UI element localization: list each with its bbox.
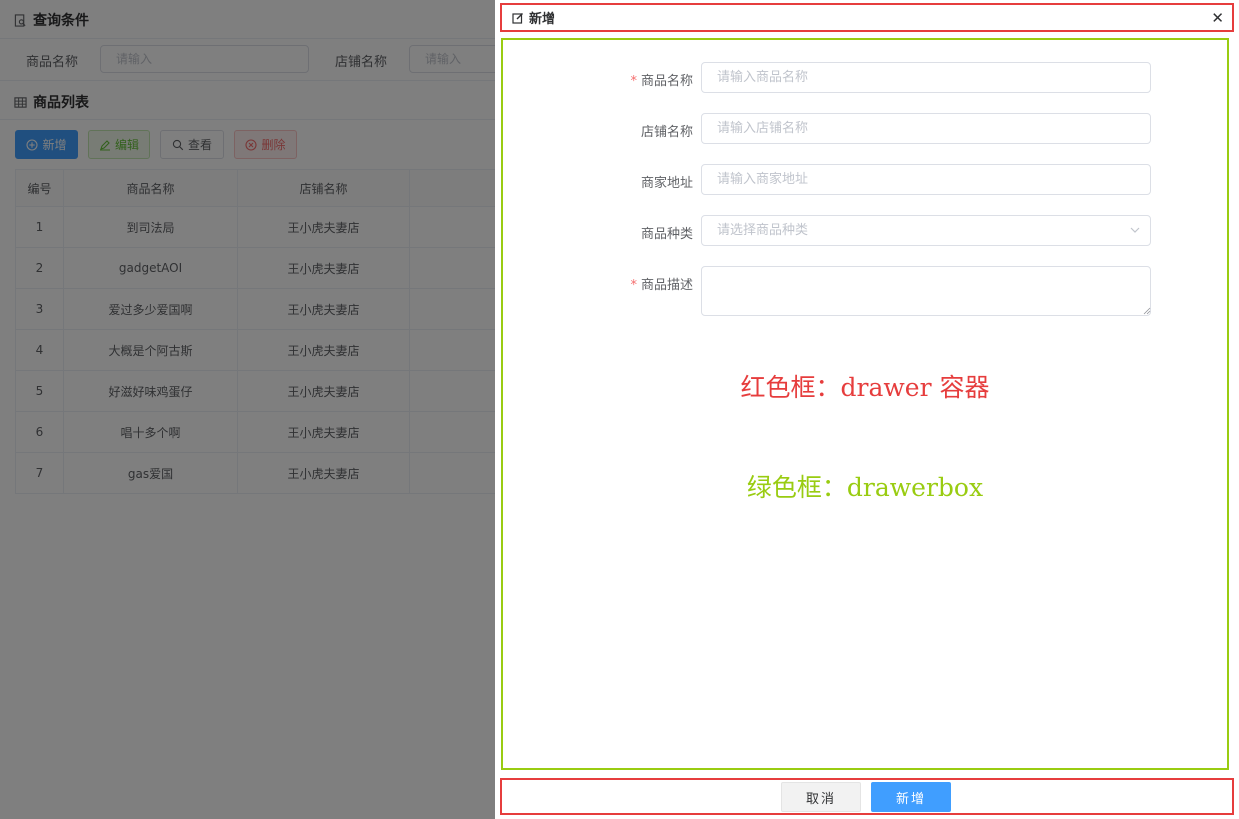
submit-button[interactable]: 新增 <box>871 782 951 812</box>
product-category-placeholder: 请选择商品种类 <box>717 223 809 238</box>
shop-name-input[interactable]: 请输入店铺名称 <box>701 113 1151 144</box>
product-desc-label: * 商品描述 <box>630 278 693 293</box>
required-mark: * <box>630 278 637 293</box>
close-icon[interactable]: ✕ <box>1211 8 1224 28</box>
cancel-button[interactable]: 取消 <box>781 782 861 812</box>
drawer-header: 新增 ✕ <box>500 3 1234 32</box>
drawer-footer: 取消 新增 <box>500 778 1234 815</box>
chevron-down-icon <box>1130 227 1140 233</box>
drawer-title-text: 新增 <box>529 12 556 27</box>
product-category-label: 商品种类 <box>640 227 693 242</box>
drawer: 新增 ✕ * 商品名称 请输入商品名称 店铺名称 请输入店铺名称 商家地址 请输入… <box>495 0 1239 819</box>
required-mark: * <box>630 74 637 89</box>
shop-name-label: 店铺名称 <box>640 125 693 140</box>
drawer-box: * 商品名称 请输入商品名称 店铺名称 请输入店铺名称 商家地址 请输入商家地址 … <box>501 38 1229 770</box>
annotation-green-note: 绿色框：drawerbox <box>746 473 984 502</box>
edit-icon <box>512 12 523 24</box>
product-name-input[interactable]: 请输入商品名称 <box>701 62 1151 93</box>
product-category-select[interactable]: 请选择商品种类 <box>701 215 1151 246</box>
product-name-label: * 商品名称 <box>630 74 693 89</box>
resize-grip-icon[interactable] <box>1143 307 1151 315</box>
merchant-address-label: 商家地址 <box>640 176 693 191</box>
annotation-red-note: 红色框：drawer 容器 <box>740 373 990 402</box>
product-desc-textarea[interactable] <box>701 266 1151 316</box>
merchant-address-input[interactable]: 请输入商家地址 <box>701 164 1151 195</box>
drawer-title: 新增 <box>512 8 555 27</box>
